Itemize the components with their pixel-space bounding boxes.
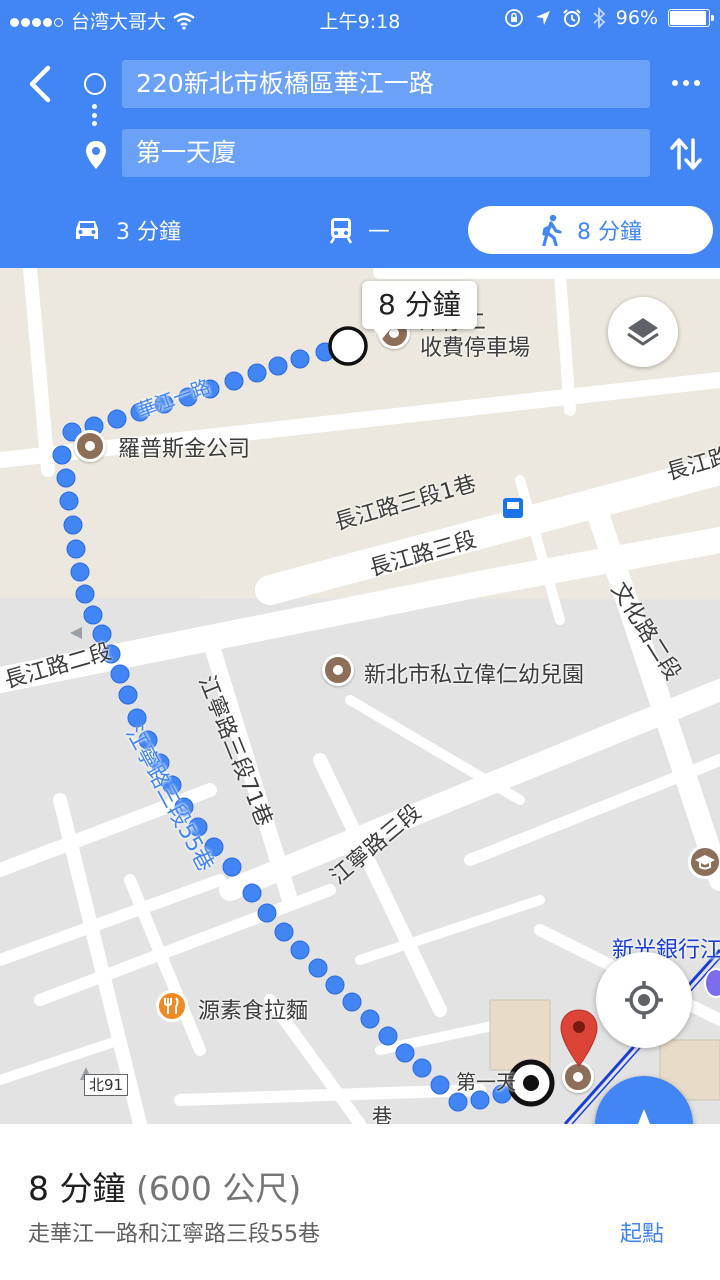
transit-time: — (368, 217, 390, 243)
route-summary-title: 8 分鐘 (600 公尺) (28, 1162, 301, 1210)
layers-icon (627, 318, 659, 346)
location-arrow-icon (535, 11, 550, 25)
tab-transit[interactable]: — (328, 206, 390, 254)
battery-percent: 96% (615, 7, 658, 29)
label-destination-short: 第一天 (456, 1070, 516, 1094)
my-location-icon (625, 981, 663, 1019)
road-marker-bei91: 北91 (84, 1074, 129, 1096)
swap-icon[interactable] (666, 134, 706, 174)
bluetooth-icon (593, 7, 606, 29)
label-lane-stub: 巷 (372, 1104, 392, 1124)
layers-button[interactable] (608, 297, 678, 367)
poi-school-icon[interactable] (688, 845, 720, 879)
train-icon (329, 218, 353, 244)
my-location-button[interactable] (596, 952, 692, 1048)
car-icon (76, 221, 98, 239)
walk-icon (542, 214, 562, 246)
status-bar: 台湾大哥大 上午9:18 96% (0, 0, 720, 36)
route-description: 走華江一路和江寧路三段55巷 (28, 1222, 320, 1247)
duration-bubble: 8 分鐘 (362, 281, 477, 329)
route-summary-sheet[interactable]: 8 分鐘 (600 公尺) 走華江一路和江寧路三段55巷 起點 (0, 1124, 720, 1280)
label-restaurant: 源素食拉麵 (198, 999, 309, 1024)
destination-pin-icon[interactable] (558, 1008, 600, 1068)
origin-marker-icon (84, 73, 106, 95)
destination-marker-icon (86, 141, 106, 169)
battery-icon (668, 9, 714, 27)
more-icon[interactable] (664, 68, 708, 98)
route-distance: (600 公尺) (136, 1169, 302, 1208)
tab-walking[interactable]: 8 分鐘 (468, 206, 713, 254)
route-connector (92, 104, 98, 126)
walking-time: 8 分鐘 (577, 220, 642, 245)
duration-bubble-tail (372, 327, 392, 339)
start-button[interactable]: 起點 (620, 1216, 664, 1248)
origin-input[interactable]: 220新北市板橋區華江一路 (122, 60, 650, 108)
label-kindergarten: 新北市私立偉仁幼兒園 (364, 663, 585, 688)
poi-luopu-icon[interactable] (74, 430, 106, 462)
lock-rotation-icon (504, 9, 523, 27)
back-arrow-icon[interactable] (22, 62, 58, 106)
destination-input[interactable]: 第一天廈 (122, 129, 650, 177)
driving-time: 3 分鐘 (116, 220, 181, 245)
poi-restaurant-icon[interactable] (156, 990, 188, 1022)
tab-driving[interactable]: 3 分鐘 (72, 206, 181, 254)
label-luopu: 羅普斯金公司 (118, 437, 251, 462)
route-duration: 8 分鐘 (28, 1169, 126, 1208)
directions-header: 台湾大哥大 上午9:18 96% 220新北市板橋區華江一路 第一天廈 3 分鐘… (0, 0, 720, 268)
poi-kindergarten-icon[interactable] (322, 654, 354, 686)
alarm-icon (563, 9, 581, 27)
